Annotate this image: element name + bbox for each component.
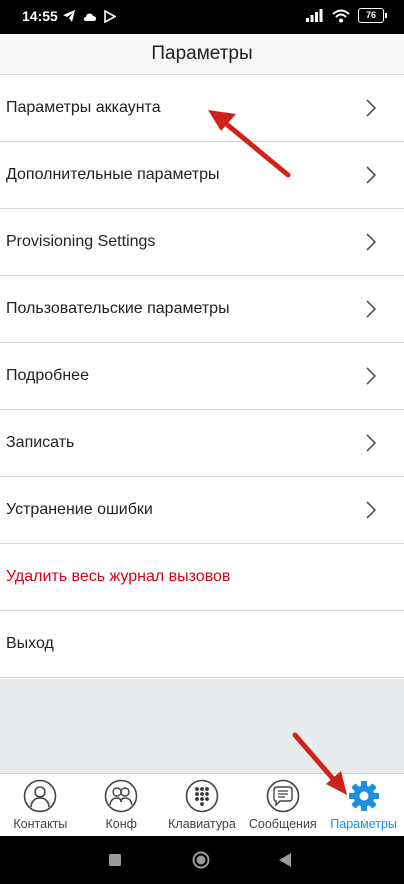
tab-label: Конф — [105, 817, 137, 831]
wifi-icon — [332, 9, 350, 22]
status-bar: 14:55 76 — [0, 0, 404, 34]
menu-item-delete-call-log[interactable]: Удалить весь журнал вызовов — [0, 544, 404, 611]
tab-label: Параметры — [330, 817, 397, 831]
status-system-icons: 76 — [306, 8, 387, 23]
chevron-right-icon — [366, 434, 376, 452]
gear-icon — [348, 781, 379, 811]
menu-item-troubleshooting[interactable]: Устранение ошибки — [0, 477, 404, 544]
status-notification-icons — [62, 9, 116, 23]
bottom-tab-bar: Контакты Конф Клавиатура Сообщения Парам… — [0, 773, 404, 837]
empty-area — [0, 679, 404, 773]
menu-item-user-settings[interactable]: Пользовательские параметры — [0, 276, 404, 343]
tab-label: Клавиатура — [168, 817, 236, 831]
chevron-right-icon — [366, 501, 376, 519]
menu-item-label: Provisioning Settings — [6, 233, 156, 250]
conference-icon — [104, 779, 138, 813]
menu-item-provisioning-settings[interactable]: Provisioning Settings — [0, 209, 404, 276]
contact-icon — [24, 779, 57, 813]
chevron-right-icon — [366, 300, 376, 318]
app-header: Параметры — [0, 34, 404, 75]
menu-item-label: Устранение ошибки — [6, 501, 153, 518]
back-button[interactable] — [279, 853, 291, 867]
menu-item-record[interactable]: Записать — [0, 410, 404, 477]
cloud-icon — [83, 13, 97, 21]
menu-item-label: Записать — [6, 434, 75, 451]
recent-apps-button[interactable] — [109, 854, 121, 866]
chevron-right-icon — [366, 367, 376, 385]
telegram-icon — [63, 10, 75, 22]
menu-item-logout[interactable]: Выход — [0, 611, 404, 678]
menu-item-advanced-settings[interactable]: Дополнительные параметры — [0, 142, 404, 209]
settings-menu: Параметры аккаунта Дополнительные параме… — [0, 75, 404, 678]
menu-item-label: Удалить весь журнал вызовов — [6, 568, 231, 585]
chevron-right-icon — [366, 233, 376, 251]
tab-messages[interactable]: Сообщения — [242, 774, 323, 837]
menu-item-label: Дополнительные параметры — [6, 166, 220, 183]
menu-item-label: Выход — [6, 635, 54, 652]
play-store-icon — [104, 9, 116, 23]
tab-contacts[interactable]: Контакты — [0, 774, 81, 837]
battery-icon: 76 — [358, 8, 387, 23]
chevron-right-icon — [366, 99, 376, 117]
dialpad-icon — [185, 779, 219, 813]
status-time: 14:55 — [22, 8, 58, 24]
menu-item-about[interactable]: Подробнее — [0, 343, 404, 410]
tab-label: Контакты — [13, 817, 68, 831]
menu-item-account-settings[interactable]: Параметры аккаунта — [0, 75, 404, 142]
system-nav-bar — [0, 836, 404, 884]
tab-label: Сообщения — [248, 817, 317, 831]
signal-icon — [306, 9, 323, 22]
tab-dialpad[interactable]: Клавиатура — [162, 774, 243, 837]
menu-item-label: Подробнее — [6, 367, 89, 384]
chevron-right-icon — [366, 166, 376, 184]
tab-settings[interactable]: Параметры — [323, 774, 404, 837]
page-title: Параметры — [151, 43, 253, 64]
home-button[interactable] — [192, 851, 210, 869]
tab-conference[interactable]: Конф — [81, 774, 162, 837]
menu-item-label: Параметры аккаунта — [6, 99, 161, 116]
message-icon — [266, 779, 300, 813]
menu-item-label: Пользовательские параметры — [6, 300, 230, 317]
